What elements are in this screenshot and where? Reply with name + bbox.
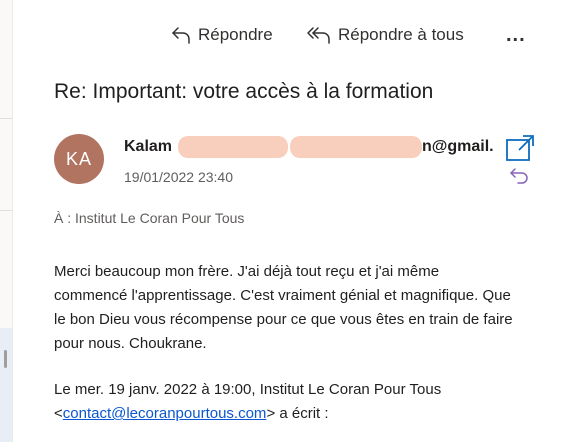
replied-icon	[510, 168, 528, 184]
message-subject: Re: Important: votre accès à la formatio…	[54, 80, 434, 103]
avatar[interactable]: KA	[54, 134, 104, 184]
quote-open: <	[54, 405, 63, 422]
quoted-header: Le mer. 19 janv. 2022 à 19:00, Institut …	[54, 378, 574, 426]
body-line: commencé l'apprentissage. C'est vraiment…	[54, 287, 511, 304]
message-body: Merci beaucoup mon frère. J'ai déjà tout…	[54, 260, 574, 356]
reply-all-icon	[307, 27, 330, 44]
sender-email-end[interactable]: n@gmail.	[422, 138, 494, 156]
avatar-initials: KA	[65, 148, 92, 169]
more-icon: ...	[506, 23, 526, 46]
popout-icon	[506, 135, 534, 161]
message-date: 19/01/2022 23:40	[124, 169, 233, 185]
sender-email-link[interactable]: contact@lecoranpourtous.com	[63, 405, 267, 422]
body-line: le bon Dieu vous récompense pour ce que …	[54, 311, 513, 328]
quote-line: Le mer. 19 janv. 2022 à 19:00, Institut …	[54, 381, 442, 398]
sender-name-start[interactable]: Kalam	[124, 138, 172, 156]
open-in-new-window-button[interactable]	[505, 134, 535, 167]
divider	[0, 210, 12, 211]
replied-indicator	[508, 166, 530, 189]
reply-button[interactable]: Répondre	[170, 20, 273, 50]
reply-all-label: Répondre à tous	[338, 25, 464, 44]
scroll-handle[interactable]	[4, 350, 7, 368]
selected-list-item-edge[interactable]	[0, 328, 12, 442]
body-line: Merci beaucoup mon frère. J'ai déjà tout…	[54, 263, 440, 280]
recipient-line: À : Institut Le Coran Pour Tous	[54, 210, 245, 226]
redaction-mark	[178, 136, 288, 158]
reply-icon	[172, 27, 190, 44]
reply-all-button[interactable]: Répondre à tous	[306, 20, 464, 50]
redaction-mark	[290, 136, 422, 158]
quote-close: > a écrit :	[266, 405, 329, 422]
more-options-button[interactable]: ...	[506, 20, 526, 50]
reading-toolbar: Répondre Répondre à tous ...	[0, 20, 580, 50]
reply-label: Répondre	[198, 25, 273, 44]
divider	[0, 118, 12, 119]
left-pane-edge	[0, 0, 13, 442]
body-line: pour nous. Choukrane.	[54, 335, 207, 352]
quote-line: <contact@lecoranpourtous.com> a écrit :	[54, 402, 574, 426]
